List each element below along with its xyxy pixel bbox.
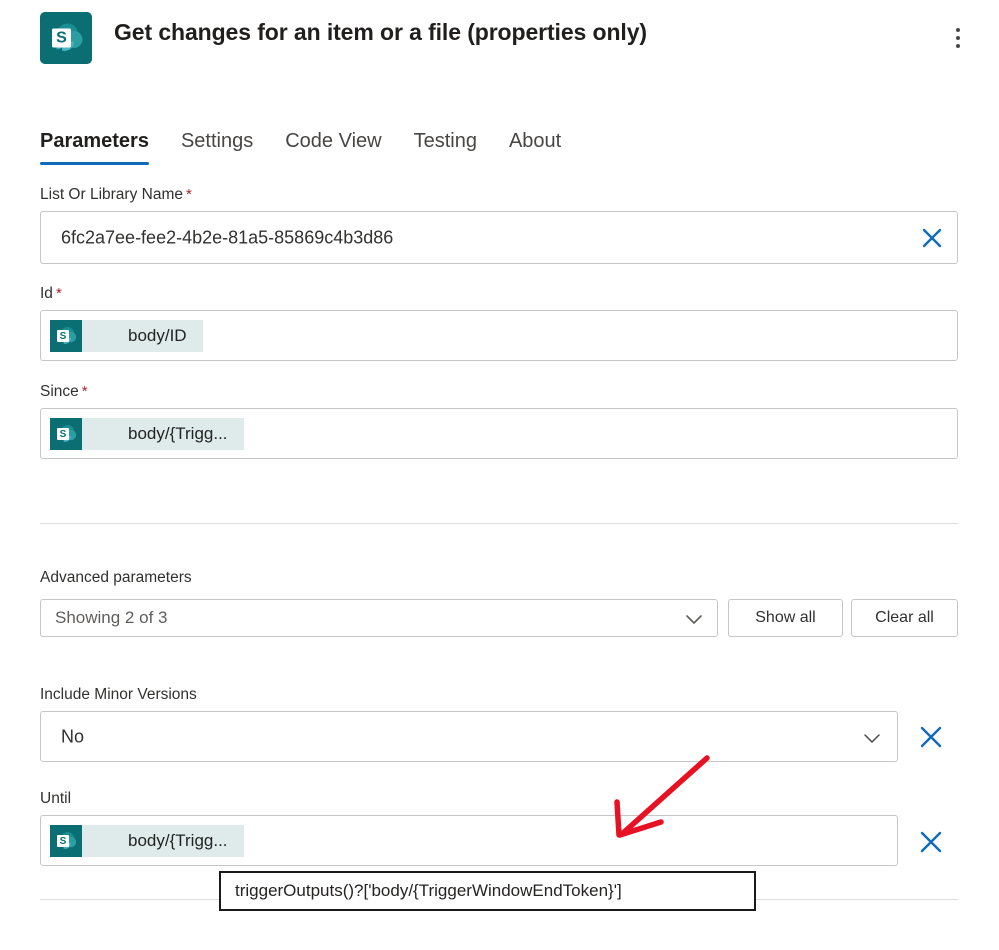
required-marker: * <box>55 285 62 302</box>
sharepoint-icon: S <box>50 417 82 450</box>
show-all-button[interactable]: Show all <box>728 599 843 637</box>
tab-about[interactable]: About <box>509 130 581 165</box>
tab-settings[interactable]: Settings <box>181 130 273 165</box>
include-minor-versions-dropdown[interactable]: No <box>40 711 898 762</box>
until-input[interactable]: S body/{Trigg... <box>40 815 898 866</box>
until-label: Until <box>40 790 72 807</box>
token-chip-since[interactable]: S body/{Trigg... <box>50 417 244 450</box>
clear-all-button[interactable]: Clear all <box>851 599 958 637</box>
advanced-parameters-dropdown-value: Showing 2 of 3 <box>55 608 168 627</box>
advanced-parameters-heading: Advanced parameters <box>40 569 192 586</box>
since-input[interactable]: S body/{Trigg... <box>40 408 958 459</box>
chevron-down-icon[interactable] <box>681 606 707 632</box>
more-vertical-icon[interactable] <box>943 22 973 54</box>
tab-testing[interactable]: Testing <box>414 130 497 165</box>
kebab-dot <box>956 36 960 40</box>
include-minor-versions-value: No <box>61 726 85 746</box>
list-or-library-label-text: List Or Library Name <box>40 186 183 203</box>
tab-bar: Parameters Settings Code View Testing Ab… <box>40 130 593 165</box>
sharepoint-icon: S <box>50 319 82 352</box>
svg-text:S: S <box>60 429 67 440</box>
since-label-text: Since <box>40 383 79 400</box>
kebab-dot <box>956 28 960 32</box>
sharepoint-icon: S <box>40 12 92 64</box>
token-chip-label: body/ID <box>128 325 187 345</box>
token-chip-until[interactable]: S body/{Trigg... <box>50 824 244 857</box>
list-or-library-value: 6fc2a7ee-fee2-4b2e-81a5-85869c4b3d86 <box>61 227 394 247</box>
tab-code-view[interactable]: Code View <box>285 130 401 165</box>
id-input[interactable]: S body/ID <box>40 310 958 361</box>
id-label: Id * <box>40 285 62 303</box>
required-marker: * <box>81 383 88 400</box>
tab-parameters[interactable]: Parameters <box>40 130 169 165</box>
id-label-text: Id <box>40 285 53 302</box>
section-divider <box>40 523 958 524</box>
svg-text:S: S <box>60 836 67 847</box>
sharepoint-icon: S <box>50 824 82 857</box>
svg-text:S: S <box>60 331 67 342</box>
chevron-down-icon[interactable] <box>859 725 885 751</box>
close-icon[interactable] <box>914 720 948 754</box>
close-icon[interactable] <box>914 825 948 859</box>
token-chip-body-id[interactable]: S body/ID <box>50 319 203 352</box>
page-title: Get changes for an item or a file (prope… <box>114 19 647 45</box>
kebab-dot <box>956 44 960 48</box>
token-chip-label: body/{Trigg... <box>128 830 228 850</box>
include-minor-versions-label: Include Minor Versions <box>40 686 197 703</box>
since-label: Since * <box>40 383 88 401</box>
header-bar: S Get changes for an item or a file (pro… <box>0 0 999 92</box>
token-chip-label: body/{Trigg... <box>128 423 228 443</box>
close-icon[interactable] <box>915 221 949 255</box>
list-or-library-label: List Or Library Name * <box>40 186 192 204</box>
required-marker: * <box>185 186 192 203</box>
expression-tooltip: triggerOutputs()?['body/{TriggerWindowEn… <box>219 871 756 911</box>
advanced-parameters-dropdown[interactable]: Showing 2 of 3 <box>40 599 718 637</box>
list-or-library-input[interactable]: 6fc2a7ee-fee2-4b2e-81a5-85869c4b3d86 <box>40 211 958 264</box>
svg-text:S: S <box>56 30 67 47</box>
